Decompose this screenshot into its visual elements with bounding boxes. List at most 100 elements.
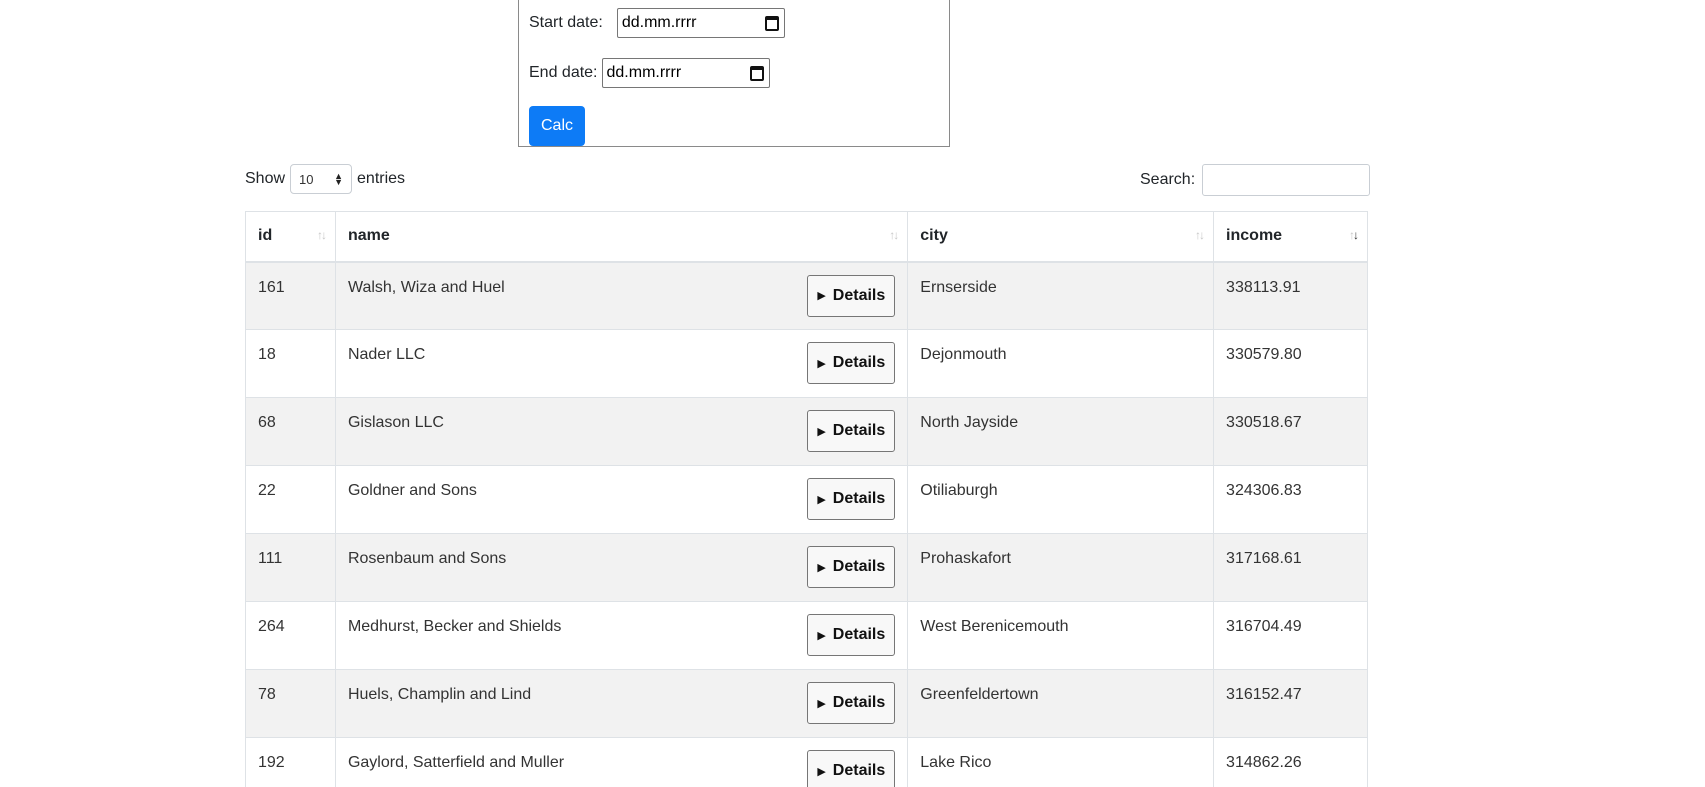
calendar-icon[interactable] [764,15,779,31]
cell-income: 330518.67 [1213,397,1368,466]
show-label: Show [245,170,286,187]
details-label: Details [832,694,886,711]
cell-id: 161 [245,261,336,330]
cell-id: 18 [245,329,336,398]
details-label: Details [832,558,886,575]
details-label: Details [832,490,886,507]
play-triangle-icon: ▶ [817,357,826,370]
cell-income: 324306.83 [1213,465,1368,534]
start-date-label: Start date: [529,14,603,31]
details-button[interactable]: ▶ Details [807,682,896,724]
calendar-icon[interactable] [749,65,764,81]
search-control: Search: [1140,164,1371,196]
play-triangle-icon: ▶ [817,629,826,642]
cell-income: 338113.91 [1213,261,1368,330]
details-button[interactable]: ▶ Details [807,614,896,656]
end-date-row: End date: dd.mm.rrrr [529,58,770,88]
sort-icon: ↑↓ [889,228,899,242]
cell-income: 330579.80 [1213,329,1368,398]
column-header-income[interactable]: income ↑↓ [1213,211,1368,263]
cell-name: Walsh, Wiza and Huel ▶ Details [334,261,909,330]
end-date-label: End date: [529,64,598,81]
cell-city: Greenfeldertown [907,669,1215,738]
sort-icon: ↑↓ [316,228,327,242]
details-label: Details [832,286,886,304]
cell-income: 314862.26 [1213,737,1368,787]
entries-per-page-value: 10 [299,171,314,187]
search-label: Search: [1140,171,1196,188]
date-range-form: Start date: dd.mm.rrrr End date: dd.mm.r… [518,0,950,147]
column-header-city[interactable]: city ↑↓ [907,211,1215,263]
cell-id: 68 [245,397,336,466]
company-name: Gislason LLC [347,414,444,431]
details-label: Details [832,422,886,439]
details-button[interactable]: ▶ Details [807,478,896,520]
entries-per-page-select[interactable]: 10 ▲ ▼ [290,164,353,194]
cell-id: 22 [245,465,336,534]
column-header-id[interactable]: id ↑↓ [245,211,336,263]
play-triangle-icon: ▶ [817,290,826,302]
details-button[interactable]: ▶ Details [807,274,896,317]
start-date-input[interactable]: dd.mm.rrrr [616,8,785,38]
cell-name: Rosenbaum and Sons ▶ Details [334,533,909,602]
company-name: Nader LLC [347,346,426,363]
cell-income: 316704.49 [1213,601,1368,670]
cell-city: Lake Rico [907,737,1215,787]
details-button[interactable]: ▶ Details [807,546,896,588]
table-row: 192 Gaylord, Satterfield and Muller ▶ Det… [245,737,1368,787]
company-name: Walsh, Wiza and Huel [347,278,505,296]
cell-income: 317168.61 [1213,533,1368,602]
play-triangle-icon: ▶ [817,561,826,574]
select-arrows-icon: ▲ ▼ [334,171,344,187]
details-button[interactable]: ▶ Details [807,342,896,384]
cell-income: 316152.47 [1213,669,1368,738]
details-label: Details [832,762,886,779]
company-name: Rosenbaum and Sons [347,550,507,567]
cell-city: North Jayside [907,397,1215,466]
column-header-label: income [1226,227,1283,245]
cell-name: Gaylord, Satterfield and Muller ▶ Details [334,737,909,787]
cell-city: Prohaskafort [907,533,1215,602]
entries-label: entries [357,170,406,187]
start-date-row: Start date: dd.mm.rrrr [529,8,785,38]
details-button[interactable]: ▶ Details [807,750,896,787]
cell-id: 264 [245,601,336,670]
table-row: 18 Nader LLC ▶ Details Dejonmouth 330579.… [245,329,1368,398]
details-label: Details [832,626,886,643]
companies-table: id ↑↓ name ↑↓ city ↑↓ income ↑↓ 161 Wals… [245,211,1368,787]
table-row: 68 Gislason LLC ▶ Details North Jayside 3… [245,397,1368,466]
search-input[interactable] [1202,164,1371,196]
company-name: Gaylord, Satterfield and Muller [347,754,565,771]
table-header-row: id ↑↓ name ↑↓ city ↑↓ income ↑↓ [245,211,1368,263]
company-name: Huels, Champlin and Lind [347,686,532,703]
start-date-value: dd.mm.rrrr [621,14,697,31]
cell-city: Ernserside [907,261,1215,330]
sort-descending-icon: ↑↓ [1349,228,1359,242]
cell-name: Goldner and Sons ▶ Details [334,465,909,534]
play-triangle-icon: ▶ [817,425,826,438]
play-triangle-icon: ▶ [817,697,826,710]
cell-id: 78 [245,669,336,738]
table-row: 78 Huels, Champlin and Lind ▶ Details Gre… [245,669,1368,738]
column-header-label: id [258,227,273,245]
entries-length-control: Show 10 ▲ ▼ entries [245,164,405,194]
cell-city: Otiliaburgh [907,465,1215,534]
cell-name: Medhurst, Becker and Shields ▶ Details [334,601,909,670]
column-header-name[interactable]: name ↑↓ [334,211,909,263]
table-row: 264 Medhurst, Becker and Shields ▶ Detail… [245,601,1368,670]
end-date-input[interactable]: dd.mm.rrrr [601,58,770,88]
play-triangle-icon: ▶ [817,493,826,506]
end-date-value: dd.mm.rrrr [606,64,682,81]
cell-city: West Berenicemouth [907,601,1215,670]
table-row: 111 Rosenbaum and Sons ▶ Details Prohaska… [245,533,1368,602]
play-triangle-icon: ▶ [817,765,826,778]
details-label: Details [832,354,886,371]
page: Start date: dd.mm.rrrr End date: dd.mm.r… [0,0,1705,787]
column-header-label: city [920,227,948,245]
cell-name: Nader LLC ▶ Details [334,329,909,398]
cell-city: Dejonmouth [907,329,1215,398]
calc-button[interactable]: Calc [529,106,585,146]
cell-name: Huels, Champlin and Lind ▶ Details [334,669,909,738]
details-button[interactable]: ▶ Details [807,410,896,452]
cell-id: 192 [245,737,336,787]
